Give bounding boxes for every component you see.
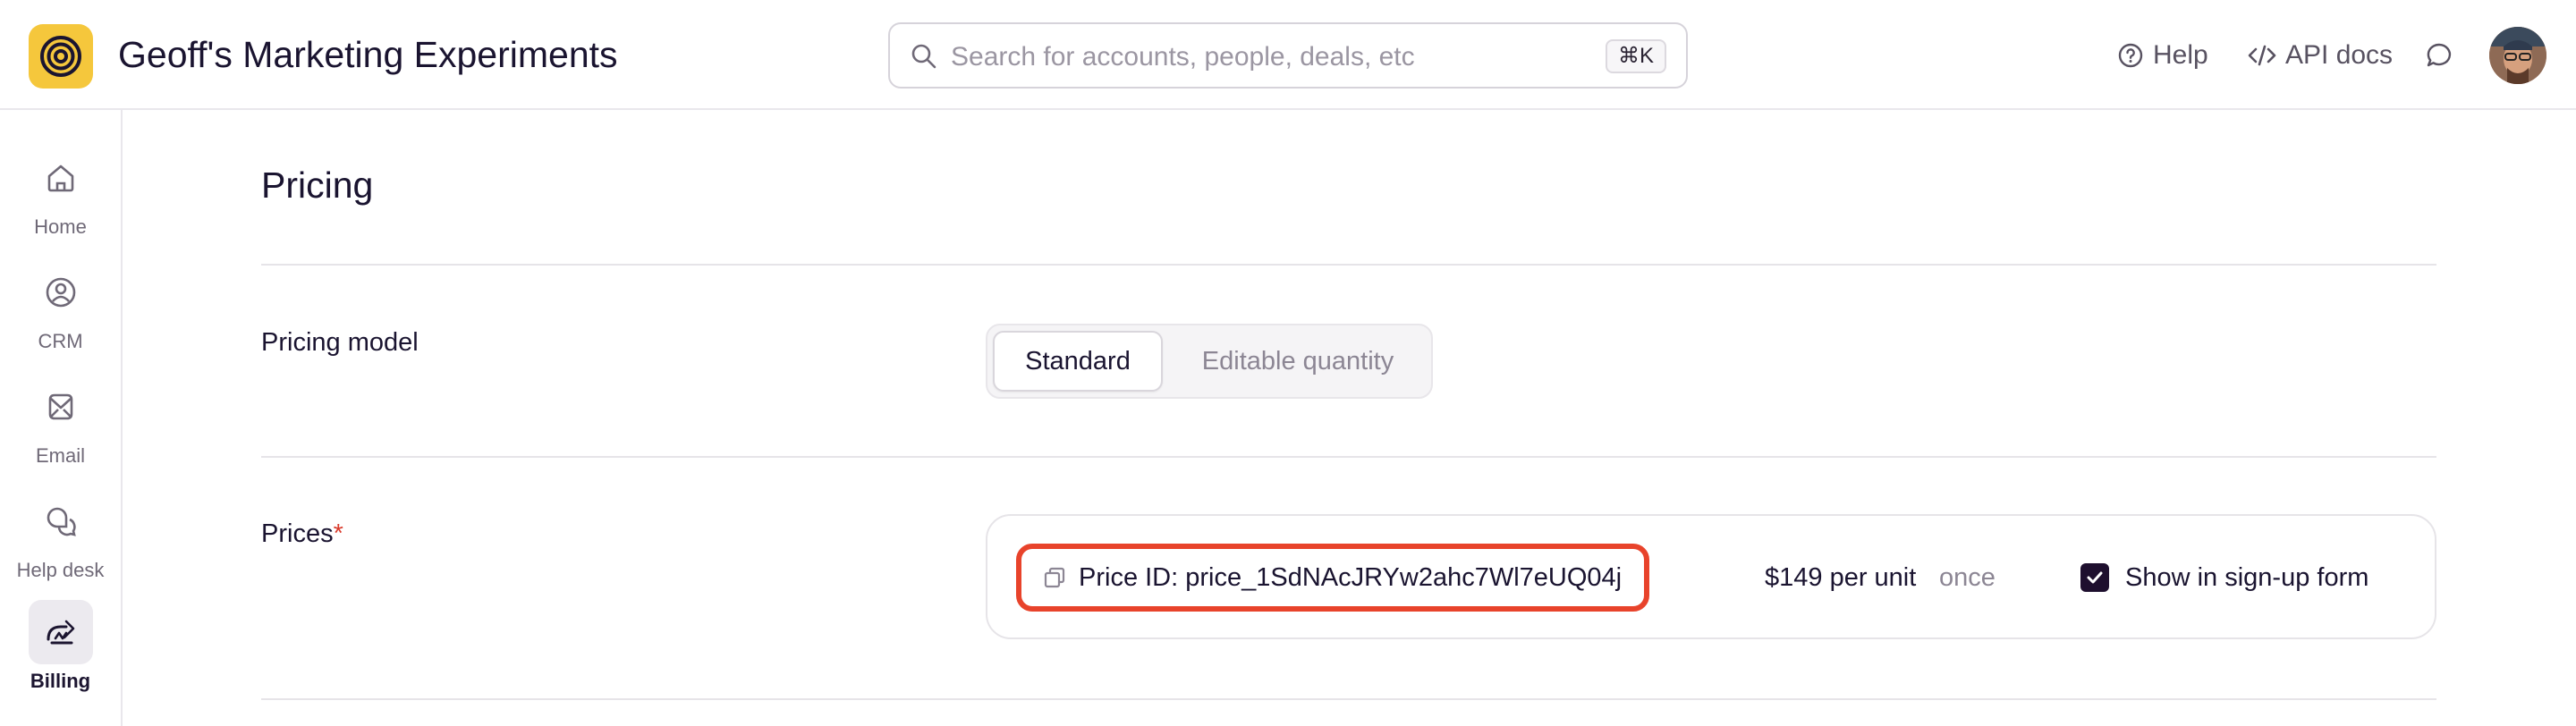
chat-bubble-icon xyxy=(2427,43,2452,67)
top-header: Geoff's Marketing Experiments Search for… xyxy=(0,0,2576,110)
show-in-signup-checkbox[interactable] xyxy=(2080,563,2109,592)
help-circle-icon xyxy=(2118,43,2143,68)
pricing-model-option-standard[interactable]: Standard xyxy=(993,331,1163,392)
home-icon xyxy=(47,165,73,192)
pricing-model-label: Pricing model xyxy=(261,328,419,357)
search-input[interactable]: Search for accounts, people, deals, etc xyxy=(951,42,1415,72)
checkmark-icon xyxy=(2087,571,2103,584)
sidebar: Home CRM Email Help desk Billing xyxy=(0,110,123,726)
divider xyxy=(261,698,2436,700)
price-amount: $149 per unit xyxy=(1765,563,1917,592)
search-icon xyxy=(911,44,936,69)
search-shortcut-badge: ⌘K xyxy=(1605,39,1666,73)
divider xyxy=(261,456,2436,458)
sidebar-item-label: Help desk xyxy=(16,559,105,581)
help-desk-icon xyxy=(47,507,76,536)
global-search[interactable]: Search for accounts, people, deals, etc … xyxy=(888,22,1688,89)
code-icon xyxy=(2248,45,2276,66)
copy-icon xyxy=(1044,567,1065,588)
sidebar-item-help-desk[interactable]: Help desk xyxy=(0,489,121,600)
api-docs-label: API docs xyxy=(2285,40,2394,70)
sidebar-item-label: CRM xyxy=(38,330,83,352)
pricing-model-option-editable-quantity[interactable]: Editable quantity xyxy=(1172,331,1424,392)
chat-button[interactable] xyxy=(2425,38,2453,73)
divider xyxy=(261,264,2436,266)
user-avatar[interactable] xyxy=(2489,27,2546,84)
sidebar-item-email[interactable]: Email xyxy=(0,375,121,485)
crm-icon xyxy=(46,277,75,308)
user-photo-icon xyxy=(2489,27,2546,84)
spiral-logo-icon xyxy=(40,36,81,77)
sidebar-item-label: Email xyxy=(35,444,85,467)
help-link[interactable]: Help xyxy=(2117,38,2208,73)
price-id-text: Price ID: price_1SdNAcJRYw2ahc7Wl7eUQ04j xyxy=(1079,562,1623,592)
help-link-label: Help xyxy=(2153,40,2208,70)
sidebar-item-billing[interactable]: Billing xyxy=(0,600,121,711)
sidebar-item-crm[interactable]: CRM xyxy=(0,260,121,371)
sidebar-item-label: Billing xyxy=(30,670,91,692)
prices-label-text: Prices xyxy=(261,519,334,548)
price-frequency: once xyxy=(1939,563,1996,592)
api-docs-link[interactable]: API docs xyxy=(2248,38,2393,73)
prices-label: Prices* xyxy=(261,519,343,549)
app-logo[interactable] xyxy=(29,24,93,89)
workspace-title: Geoff's Marketing Experiments xyxy=(118,34,618,75)
section-title: Pricing xyxy=(261,165,374,206)
show-in-signup-toggle[interactable]: Show in sign-up form xyxy=(2080,562,2368,593)
show-in-signup-label: Show in sign-up form xyxy=(2125,562,2369,592)
sidebar-item-home[interactable]: Home xyxy=(0,146,121,257)
email-icon xyxy=(48,393,72,420)
billing-icon xyxy=(47,620,74,645)
price-id-copy[interactable]: Price ID: price_1SdNAcJRYw2ahc7Wl7eUQ04j xyxy=(1016,544,1649,612)
sidebar-item-label: Home xyxy=(34,215,87,238)
pricing-model-toggle: Standard Editable quantity xyxy=(986,324,1433,399)
required-asterisk: * xyxy=(333,519,343,548)
